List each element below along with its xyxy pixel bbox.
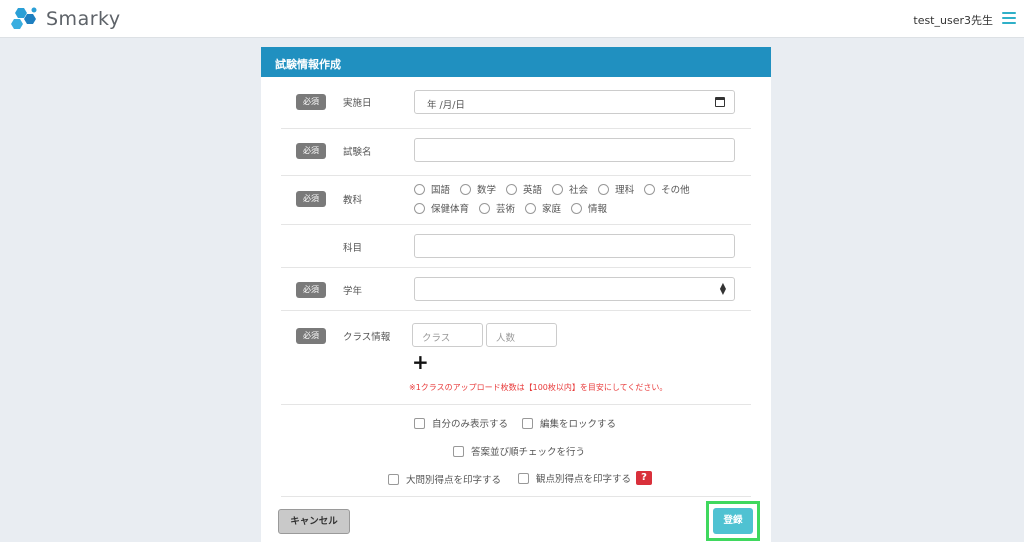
required-badge: 必須 [296,282,326,298]
option-label: 答案並び順チェックを行う [471,447,586,458]
grade-row: 必須 学年 ▲ ▼ [281,268,751,311]
subject-radio-sonota[interactable]: その他 [644,182,690,196]
exam-form-card: 試験情報作成 必須 実施日 年 /月/日 必須 試験名 必須 教科 国語 数学 … [261,47,771,542]
app-logo[interactable]: Smarky [10,6,121,32]
required-badge: 必須 [296,94,326,110]
radio-circle-icon[interactable] [460,183,472,195]
checkbox-icon[interactable] [522,417,533,429]
radio-circle-icon[interactable] [525,202,537,214]
radio-label: 家庭 [542,204,562,215]
smarky-logo-icon [11,7,37,29]
class-input[interactable]: クラス [412,323,483,347]
checkbox-icon[interactable] [388,473,399,485]
submit-highlight: 登録 [706,501,760,541]
radio-circle-icon[interactable] [506,183,518,195]
radio-label: 国語 [431,185,451,196]
add-class-icon[interactable]: + [412,352,429,372]
radio-circle-icon[interactable] [644,183,656,195]
option-label: 大問別得点を印字する [406,475,502,486]
date-placeholder: 年 /月/日 [427,100,465,111]
option-label: 自分のみ表示する [432,419,509,430]
radio-label: 芸術 [496,204,516,215]
exam-name-row: 必須 試験名 [281,129,751,176]
radio-label: 社会 [569,185,589,196]
date-input[interactable]: 年 /月/日 [414,90,735,114]
show-only-me-option[interactable]: 自分のみ表示する [414,416,508,430]
cancel-button[interactable]: キャンセル [278,509,350,534]
select-arrows-icon: ▲ ▼ [719,281,726,296]
submit-button[interactable]: 登録 [713,508,753,534]
radio-circle-icon[interactable] [479,202,491,214]
grade-label: 学年 [343,286,363,297]
radio-label: 理科 [615,185,635,196]
radio-label: 数学 [477,185,497,196]
subject-radio-joho[interactable]: 情報 [571,201,607,215]
required-badge: 必須 [296,191,326,207]
subject-radio-katei[interactable]: 家庭 [525,201,561,215]
subject-label: 科目 [343,243,363,254]
top-header: Smarky test_user3先生 [0,0,1024,38]
checkbox-icon[interactable] [453,445,464,457]
option-label: 編集をロックする [540,419,617,430]
form-title: 試験情報作成 [261,47,771,77]
divider [281,496,751,497]
date-label: 実施日 [343,98,372,109]
hamburger-menu-icon[interactable] [1002,12,1016,24]
subject-radio-rika[interactable]: 理科 [598,182,634,196]
radio-label: その他 [661,185,690,196]
people-count-input[interactable]: 人数 [486,323,557,347]
subject-input[interactable] [414,234,735,258]
radio-circle-icon[interactable] [414,183,425,195]
subject-radio-shakai[interactable]: 社会 [552,182,588,196]
subject-radio-sugaku[interactable]: 数学 [460,182,496,196]
radio-circle-icon[interactable] [598,183,610,195]
subject-radio-row-2: 保健体育 芸術 家庭 情報 [414,201,617,215]
radio-circle-icon[interactable] [414,202,425,214]
calendar-icon[interactable] [715,97,725,107]
class-info-label: クラス情報 [343,332,391,343]
subject-radio-kokugo[interactable]: 国語 [414,182,450,196]
date-row: 必須 実施日 年 /月/日 [281,77,751,129]
user-name[interactable]: test_user3先生 [913,12,993,28]
class-info-row: 必須 クラス情報 クラス 人数 + ※1クラスのアップロード枚数は【100枚以内… [281,311,751,405]
grade-select[interactable]: ▲ ▼ [414,277,735,301]
required-badge: 必須 [296,143,326,159]
help-icon[interactable]: ? [636,471,653,485]
print-viewpoint-scores-option[interactable]: 観点別得点を印字する ? [518,471,653,485]
app-name: Smarky [46,8,121,30]
print-question-scores-option[interactable]: 大問別得点を印字する [388,472,501,486]
radio-circle-icon[interactable] [552,183,564,195]
exam-name-input[interactable] [414,138,735,162]
radio-label: 保健体育 [431,204,470,215]
checkbox-icon[interactable] [518,472,529,484]
exam-name-label: 試験名 [343,147,372,158]
lock-edit-option[interactable]: 編集をロックする [522,416,616,430]
checkbox-icon[interactable] [414,417,425,429]
radio-circle-icon[interactable] [571,202,583,214]
radio-label: 情報 [588,204,608,215]
subject-radio-row-1: 国語 数学 英語 社会 理科 その他 [414,182,700,196]
subject-radio-geijutsu[interactable]: 芸術 [479,201,515,215]
option-label: 観点別得点を印字する [536,474,632,485]
required-badge: 必須 [296,328,326,344]
subject-group-row: 必須 教科 国語 数学 英語 社会 理科 その他 保健体育 芸術 家庭 情報 [281,176,751,225]
subject-row: 科目 [281,225,751,268]
radio-label: 英語 [523,185,543,196]
upload-note: ※1クラスのアップロード枚数は【100枚以内】を目安にしてください。 [409,383,668,392]
subject-group-label: 教科 [343,195,363,206]
subject-radio-hoken[interactable]: 保健体育 [414,201,469,215]
subject-radio-eigo[interactable]: 英語 [506,182,542,196]
answer-order-check-option[interactable]: 答案並び順チェックを行う [453,444,585,458]
